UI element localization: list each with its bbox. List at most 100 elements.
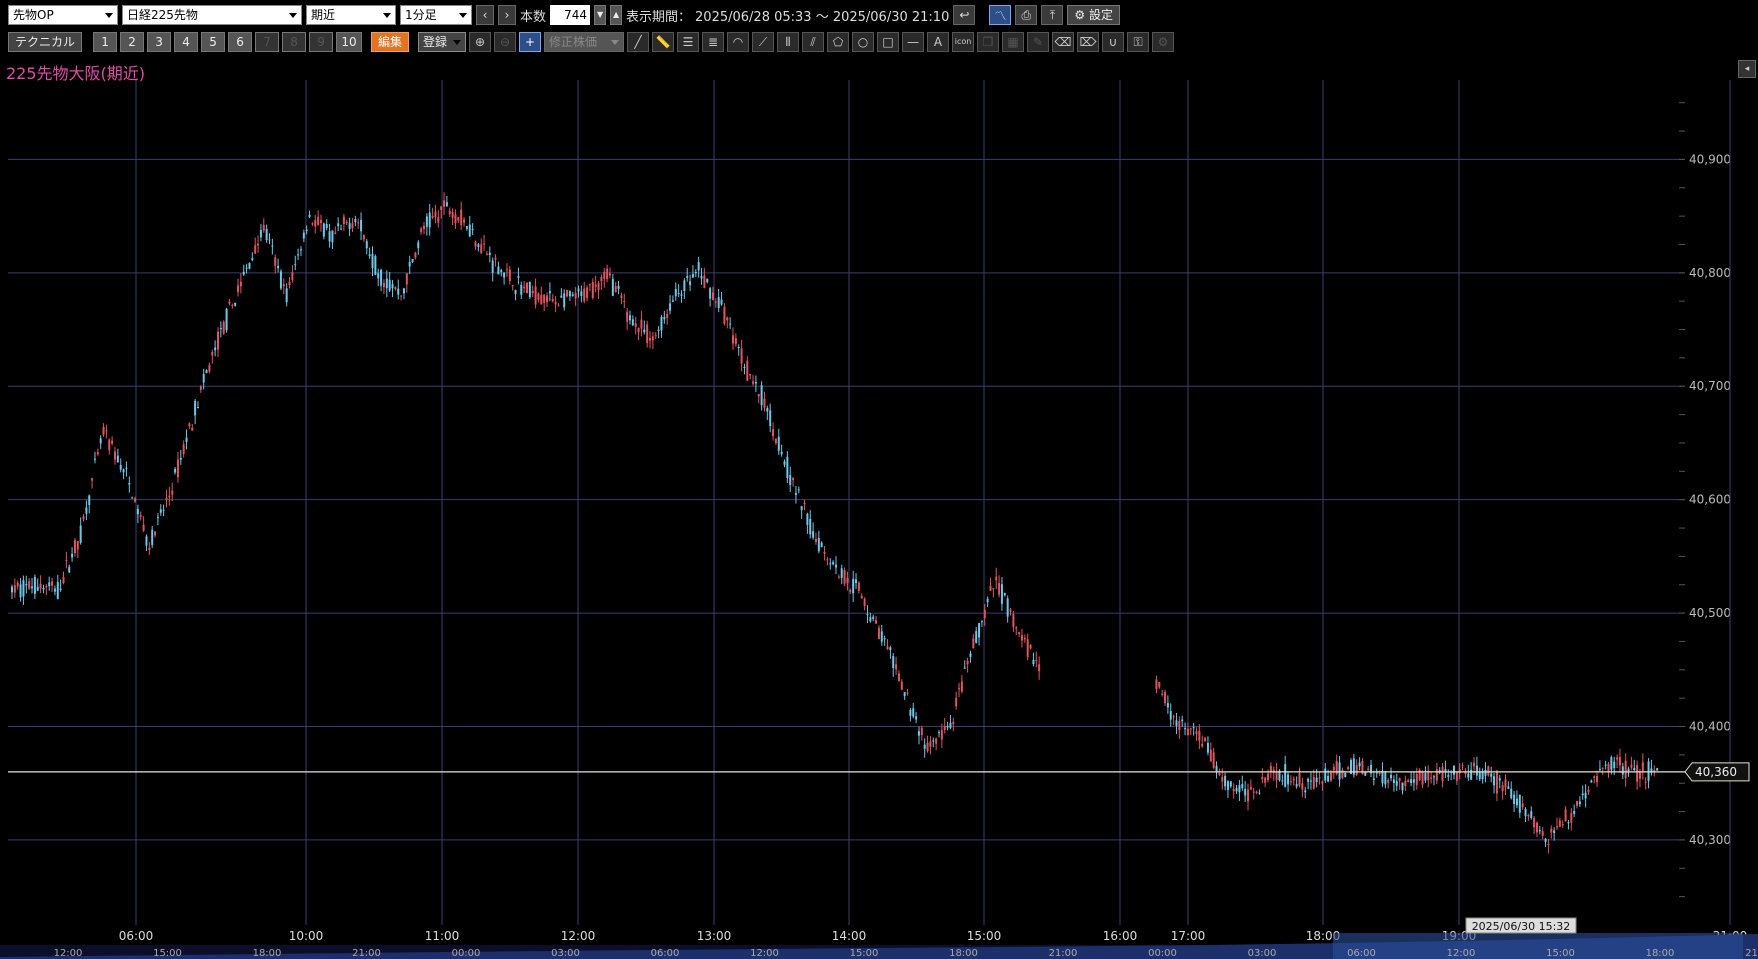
- candle-body: [451, 212, 454, 218]
- candle-body: [382, 282, 385, 288]
- candle-body: [960, 681, 963, 692]
- candle-body: [1235, 788, 1238, 792]
- candle-body: [488, 252, 491, 256]
- candle-body: [1169, 711, 1172, 720]
- x-tick-label: 06:00: [119, 929, 154, 943]
- candle-body: [1556, 826, 1558, 828]
- candle-body: [322, 223, 325, 237]
- candle-body: [966, 660, 969, 665]
- candle-body: [76, 541, 79, 550]
- candle-body: [1641, 762, 1644, 771]
- candle-body: [1309, 780, 1312, 782]
- candle-body: [354, 219, 357, 223]
- candle-body: [829, 563, 832, 565]
- candle-body: [420, 228, 423, 233]
- candle-body: [895, 664, 898, 670]
- candle-body: [923, 744, 926, 749]
- candle-body: [1018, 632, 1021, 635]
- candle-body: [646, 324, 649, 344]
- navigator-tick-label: 18:00: [949, 948, 978, 959]
- candle-body: [397, 288, 400, 295]
- candle-body: [465, 226, 468, 229]
- candle-body: [159, 509, 162, 513]
- candle-body: [826, 559, 829, 561]
- candle-body: [666, 313, 669, 318]
- candle-body: [883, 638, 886, 640]
- y-tick-label: 40,900: [1689, 152, 1731, 166]
- candle-body: [943, 726, 946, 731]
- candle-body: [617, 285, 620, 289]
- candle-body: [726, 317, 729, 321]
- y-tick-label: 40,700: [1689, 379, 1731, 393]
- candle-body: [797, 489, 800, 491]
- candle-body: [125, 467, 128, 469]
- candle-body: [448, 210, 451, 215]
- candle-body: [872, 616, 875, 619]
- candle-body: [837, 576, 840, 578]
- candle-body: [1630, 764, 1633, 768]
- candle-body: [25, 583, 28, 586]
- candle-body: [239, 281, 242, 287]
- candle-body: [468, 224, 471, 237]
- candle-body: [1315, 777, 1318, 783]
- candle-body: [1247, 789, 1249, 802]
- candle-body: [1581, 793, 1584, 796]
- candle-body: [474, 242, 477, 247]
- chart-title: 225先物大阪(期近): [6, 64, 146, 83]
- candle-body: [374, 256, 377, 275]
- candle-body: [148, 547, 151, 551]
- candle-body: [325, 224, 328, 229]
- candle-body: [952, 721, 955, 725]
- price-chart[interactable]: 40,300 40,400 40,500 40,600 40,700 40,800 40,9…: [0, 0, 1758, 959]
- candle-body: [852, 578, 855, 594]
- candle-body: [866, 613, 869, 615]
- candle-body: [131, 497, 134, 499]
- candle-body: [457, 217, 460, 221]
- candle-body: [1656, 768, 1659, 771]
- candle-body: [219, 327, 222, 330]
- collapse-panel-icon[interactable]: ◂: [1738, 60, 1756, 78]
- candle-body: [116, 455, 119, 463]
- candle-body: [434, 211, 437, 218]
- candle-body: [1601, 767, 1604, 769]
- candle-body: [1241, 784, 1244, 789]
- candle-body: [199, 386, 202, 390]
- candle-body: [855, 579, 858, 584]
- candle-body: [972, 638, 975, 649]
- candle-body: [128, 483, 131, 485]
- candle-body: [308, 214, 311, 218]
- candle-body: [1198, 730, 1201, 741]
- candle-body: [1307, 778, 1310, 782]
- candle-body: [428, 212, 431, 228]
- candle-body: [586, 287, 589, 299]
- candle-body: [1020, 635, 1023, 641]
- navigator-tick-label: 03:00: [551, 948, 580, 959]
- candle-body: [1616, 757, 1619, 760]
- candle-body: [766, 408, 769, 412]
- candle-body: [603, 271, 606, 279]
- candle-body: [980, 621, 983, 623]
- candle-body: [503, 272, 506, 278]
- candle-body: [1298, 773, 1301, 786]
- candle-body: [1507, 786, 1510, 789]
- candle-body: [631, 319, 634, 326]
- candle-body: [477, 244, 480, 247]
- candle-body: [723, 306, 726, 324]
- candle-body: [505, 269, 508, 271]
- candle-body: [1453, 765, 1455, 775]
- candle-body: [1204, 738, 1207, 742]
- candle-body: [1558, 820, 1561, 827]
- candle-body: [949, 722, 952, 728]
- candle-body: [1287, 774, 1290, 785]
- candle-body: [279, 271, 282, 289]
- candle-body: [342, 216, 345, 224]
- candle-body: [958, 688, 961, 690]
- candle-body: [975, 631, 978, 643]
- candle-body: [208, 364, 211, 372]
- candle-body: [900, 681, 903, 690]
- candle-body: [1584, 792, 1587, 799]
- candle-body: [1504, 779, 1507, 788]
- candle-body: [1590, 780, 1593, 783]
- navigator-tick-label: 18:00: [253, 948, 282, 959]
- candle-body: [234, 302, 237, 306]
